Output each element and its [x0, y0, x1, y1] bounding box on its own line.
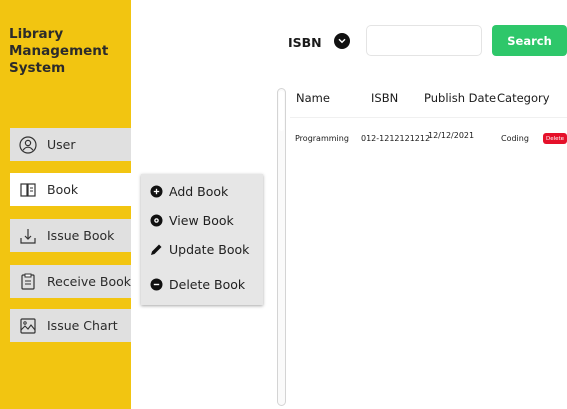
add-book-menu-item[interactable]: Add Book [149, 184, 228, 199]
search-filter-label: ISBN [288, 35, 322, 50]
search-button[interactable]: Search [492, 25, 567, 56]
cell-publish-date: 12/12/2021 [428, 131, 475, 140]
app-title-line-3: System [9, 60, 66, 76]
plus-circle-icon [149, 185, 163, 199]
sidebar-item-user[interactable]: User [10, 128, 131, 161]
eye-icon [149, 214, 163, 228]
delete-book-menu-item[interactable]: Delete Book [149, 277, 245, 292]
add-book-label: Add Book [169, 184, 229, 199]
update-book-label: Update Book [169, 242, 250, 257]
app-title-line-1: Library [9, 26, 64, 42]
book-icon [18, 180, 38, 200]
app-title-line-2: Management [9, 43, 109, 59]
search-input[interactable] [366, 25, 482, 56]
column-header-isbn: ISBN [371, 91, 399, 105]
sidebar-item-issue-book[interactable]: Issue Book [10, 219, 131, 252]
sidebar-item-label: Receive Book [47, 274, 132, 289]
scrollbar-thumb[interactable] [279, 91, 284, 131]
cell-isbn: 012-1212121212 [361, 134, 431, 143]
table-scrollbar[interactable] [277, 88, 286, 406]
column-header-publish-date: Publish Date [424, 91, 497, 105]
cell-category: Coding [501, 134, 529, 143]
sidebar-item-receive-book[interactable]: Receive Book [10, 265, 131, 298]
view-book-label: View Book [169, 213, 234, 228]
app-title: Library Management System [9, 26, 129, 77]
delete-row-button[interactable]: Delete [543, 133, 567, 144]
sidebar-item-label: Issue Book [47, 228, 115, 243]
clipboard-icon [18, 272, 38, 292]
header-divider [290, 117, 567, 118]
chart-image-icon [18, 316, 38, 336]
filter-dropdown-button[interactable] [334, 33, 350, 49]
column-header-name: Name [296, 91, 330, 105]
sidebar-item-label: Issue Chart [47, 318, 118, 333]
sidebar-item-issue-chart[interactable]: Issue Chart [10, 309, 131, 342]
sidebar-item-label: User [47, 137, 76, 152]
download-tray-icon [18, 226, 38, 246]
minus-circle-icon [149, 278, 163, 292]
user-circle-icon [18, 135, 38, 155]
sidebar-item-book[interactable]: Book [10, 173, 131, 206]
cell-name: Programming [295, 134, 349, 143]
sidebar: Library Management System User Book Issu… [0, 0, 131, 409]
chevron-down-icon [338, 38, 346, 44]
delete-book-label: Delete Book [169, 277, 246, 292]
column-header-category: Category [497, 91, 550, 105]
update-book-menu-item[interactable]: Update Book [149, 242, 249, 257]
pencil-icon [149, 243, 163, 257]
book-submenu: Add Book View Book Update Book Delete Bo… [141, 174, 263, 305]
sidebar-item-label: Book [47, 182, 79, 197]
view-book-menu-item[interactable]: View Book [149, 213, 234, 228]
